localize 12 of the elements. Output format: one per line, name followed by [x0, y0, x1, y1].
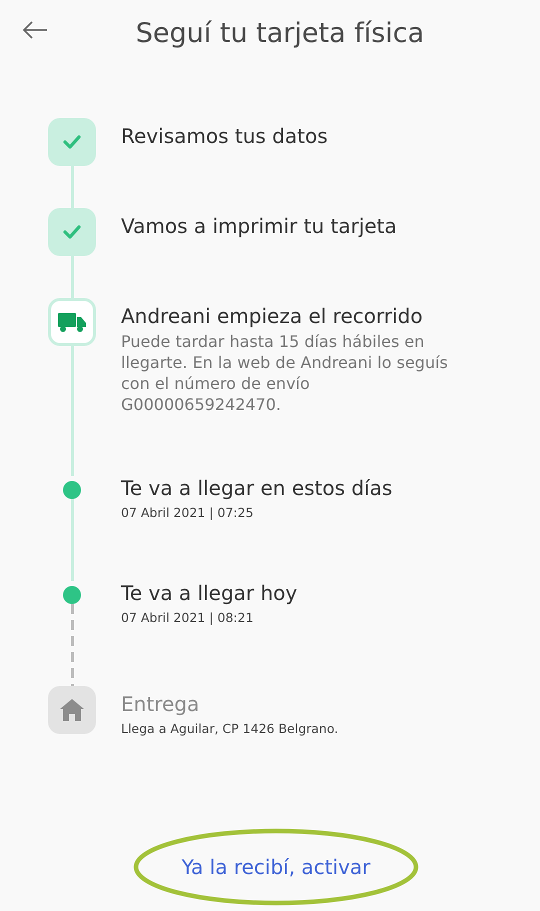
step-date: 07 Abril 2021 | 08:21	[121, 610, 254, 625]
step-title: Andreani empieza el recorrido	[121, 304, 424, 328]
screen-title: Seguí tu tarjeta física	[136, 18, 424, 48]
step-title: Te va a llegar en estos días	[121, 476, 392, 500]
step-title: Vamos a imprimir tu tarjeta	[121, 214, 397, 238]
step-date: 07 Abril 2021 | 07:25	[121, 505, 254, 520]
step-description: Puede tardar hasta 15 días hábiles en llegarte. En la web de Andreani lo seguís con el número de envío G00000659242470.	[121, 331, 449, 415]
step-date: Llega a Aguilar, CP 1426 Belgrano.	[121, 721, 338, 736]
step-title: Te va a llegar hoy	[121, 581, 298, 605]
step-title: Revisamos tus datos	[121, 124, 328, 148]
back-arrow-icon[interactable]	[22, 20, 48, 40]
step-title: Entrega	[121, 692, 200, 716]
